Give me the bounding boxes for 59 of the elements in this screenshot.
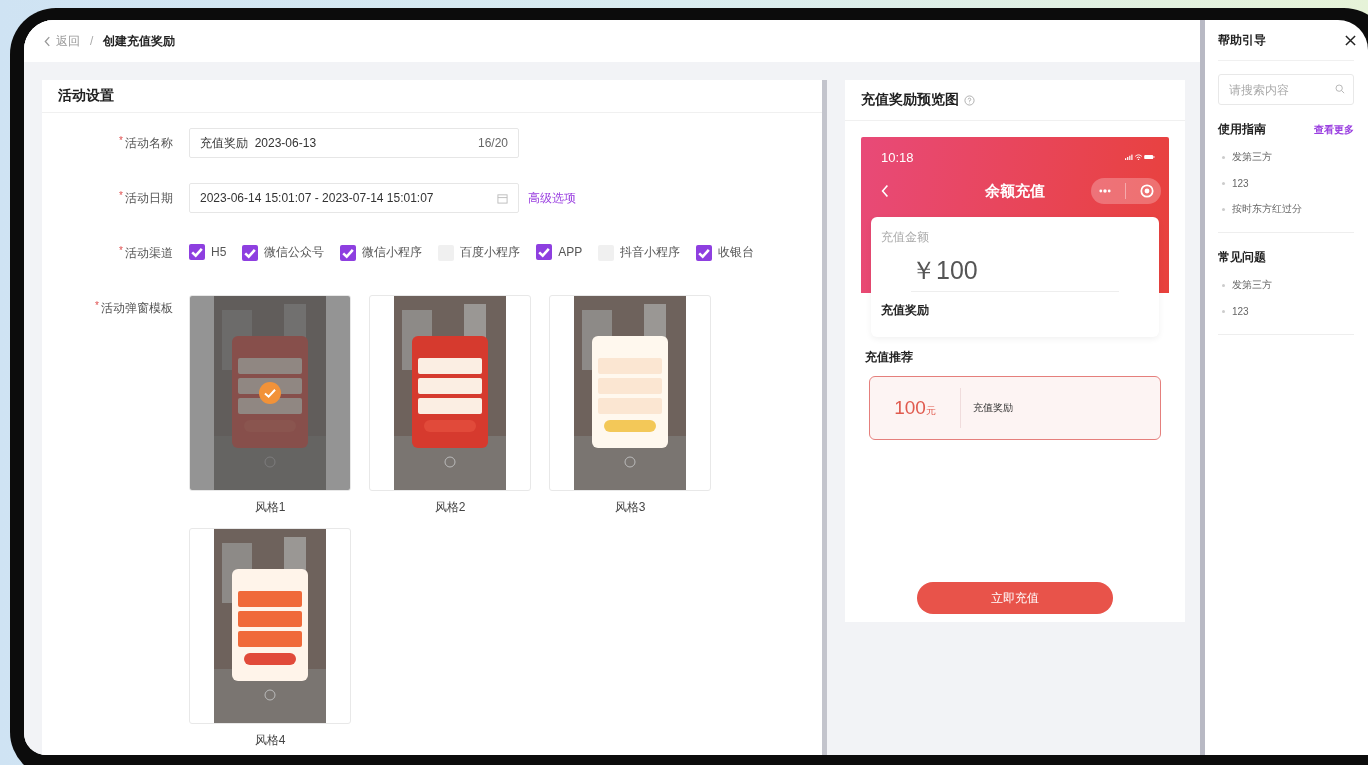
date-range-field[interactable]: 2023-06-14 15:01:07 - 2023-07-14 15:01:07: [189, 183, 519, 213]
required-mark: *: [119, 245, 123, 256]
help-link[interactable]: 发第三方: [1218, 144, 1272, 170]
required-mark: *: [119, 135, 123, 146]
name-field[interactable]: 充值奖励 2023-06-13 16/20: [189, 128, 519, 158]
recharge-button[interactable]: 立即充值: [917, 582, 1113, 614]
template-label: 风格1: [254, 499, 286, 516]
help-link[interactable]: 123: [1218, 170, 1249, 196]
help-link[interactable]: 123: [1218, 298, 1249, 324]
target-icon: [1140, 184, 1155, 198]
template-option[interactable]: [549, 295, 711, 491]
section-title: 常见问题: [1218, 249, 1266, 266]
capsule-menu[interactable]: [1091, 178, 1161, 204]
card-title: 活动设置: [58, 87, 114, 105]
panel-title: 帮助引导: [1218, 31, 1266, 49]
field-label: 活动渠道: [125, 245, 173, 262]
required-mark: *: [119, 190, 123, 201]
search-field[interactable]: 请搜索内容: [1218, 74, 1354, 105]
help-link[interactable]: 发第三方: [1218, 272, 1272, 298]
more-icon: [1097, 188, 1112, 194]
template-option[interactable]: [369, 295, 531, 491]
field-label: 活动弹窗模板: [101, 300, 173, 317]
amount-value: ￥100: [911, 256, 978, 284]
advanced-options-link[interactable]: 高级选项: [528, 183, 576, 213]
calendar-icon: [497, 192, 508, 204]
channel-checkbox[interactable]: 收银台: [696, 244, 755, 261]
breadcrumb-separator: /: [90, 34, 94, 48]
channel-checkbox[interactable]: 微信公众号: [242, 244, 325, 261]
template-option[interactable]: [189, 528, 351, 724]
template-label: 风格3: [614, 499, 646, 516]
channel-checkbox[interactable]: APP: [536, 244, 583, 260]
channel-checkbox[interactable]: 抖音小程序: [598, 244, 681, 261]
back-icon[interactable]: [881, 184, 889, 198]
channel-checkbox[interactable]: 微信小程序: [340, 244, 423, 261]
section-title: 充值推荐: [865, 349, 913, 366]
view-more-link[interactable]: 查看更多: [1314, 122, 1354, 137]
field-label: 活动名称: [125, 135, 173, 152]
close-icon[interactable]: [1345, 34, 1356, 46]
field-label: 活动日期: [125, 190, 173, 207]
section-title: 使用指南: [1218, 121, 1266, 138]
search-icon: [1335, 84, 1345, 94]
chevron-left-icon: [44, 35, 51, 47]
help-icon: [964, 94, 975, 106]
template-option[interactable]: [189, 295, 351, 491]
status-time: 10:18: [881, 149, 914, 165]
breadcrumb-current: 创建充值奖励: [103, 32, 176, 50]
required-mark: *: [95, 300, 99, 311]
help-link[interactable]: 按时东方红过分: [1218, 196, 1302, 222]
amount-label: 充值金额: [881, 229, 929, 246]
check-icon: [259, 382, 281, 404]
template-label: 风格4: [254, 732, 286, 749]
status-icons: [1125, 152, 1155, 162]
channel-checkbox[interactable]: H5: [189, 244, 227, 260]
phone-title: 余额充值: [985, 181, 1045, 201]
channel-checkbox[interactable]: 百度小程序: [438, 244, 521, 261]
reward-label: 充值奖励: [881, 302, 929, 319]
recharge-option[interactable]: 100元 充值奖励: [869, 376, 1161, 440]
template-label: 风格2: [434, 499, 466, 516]
card-title: 充值奖励预览图: [861, 91, 959, 109]
